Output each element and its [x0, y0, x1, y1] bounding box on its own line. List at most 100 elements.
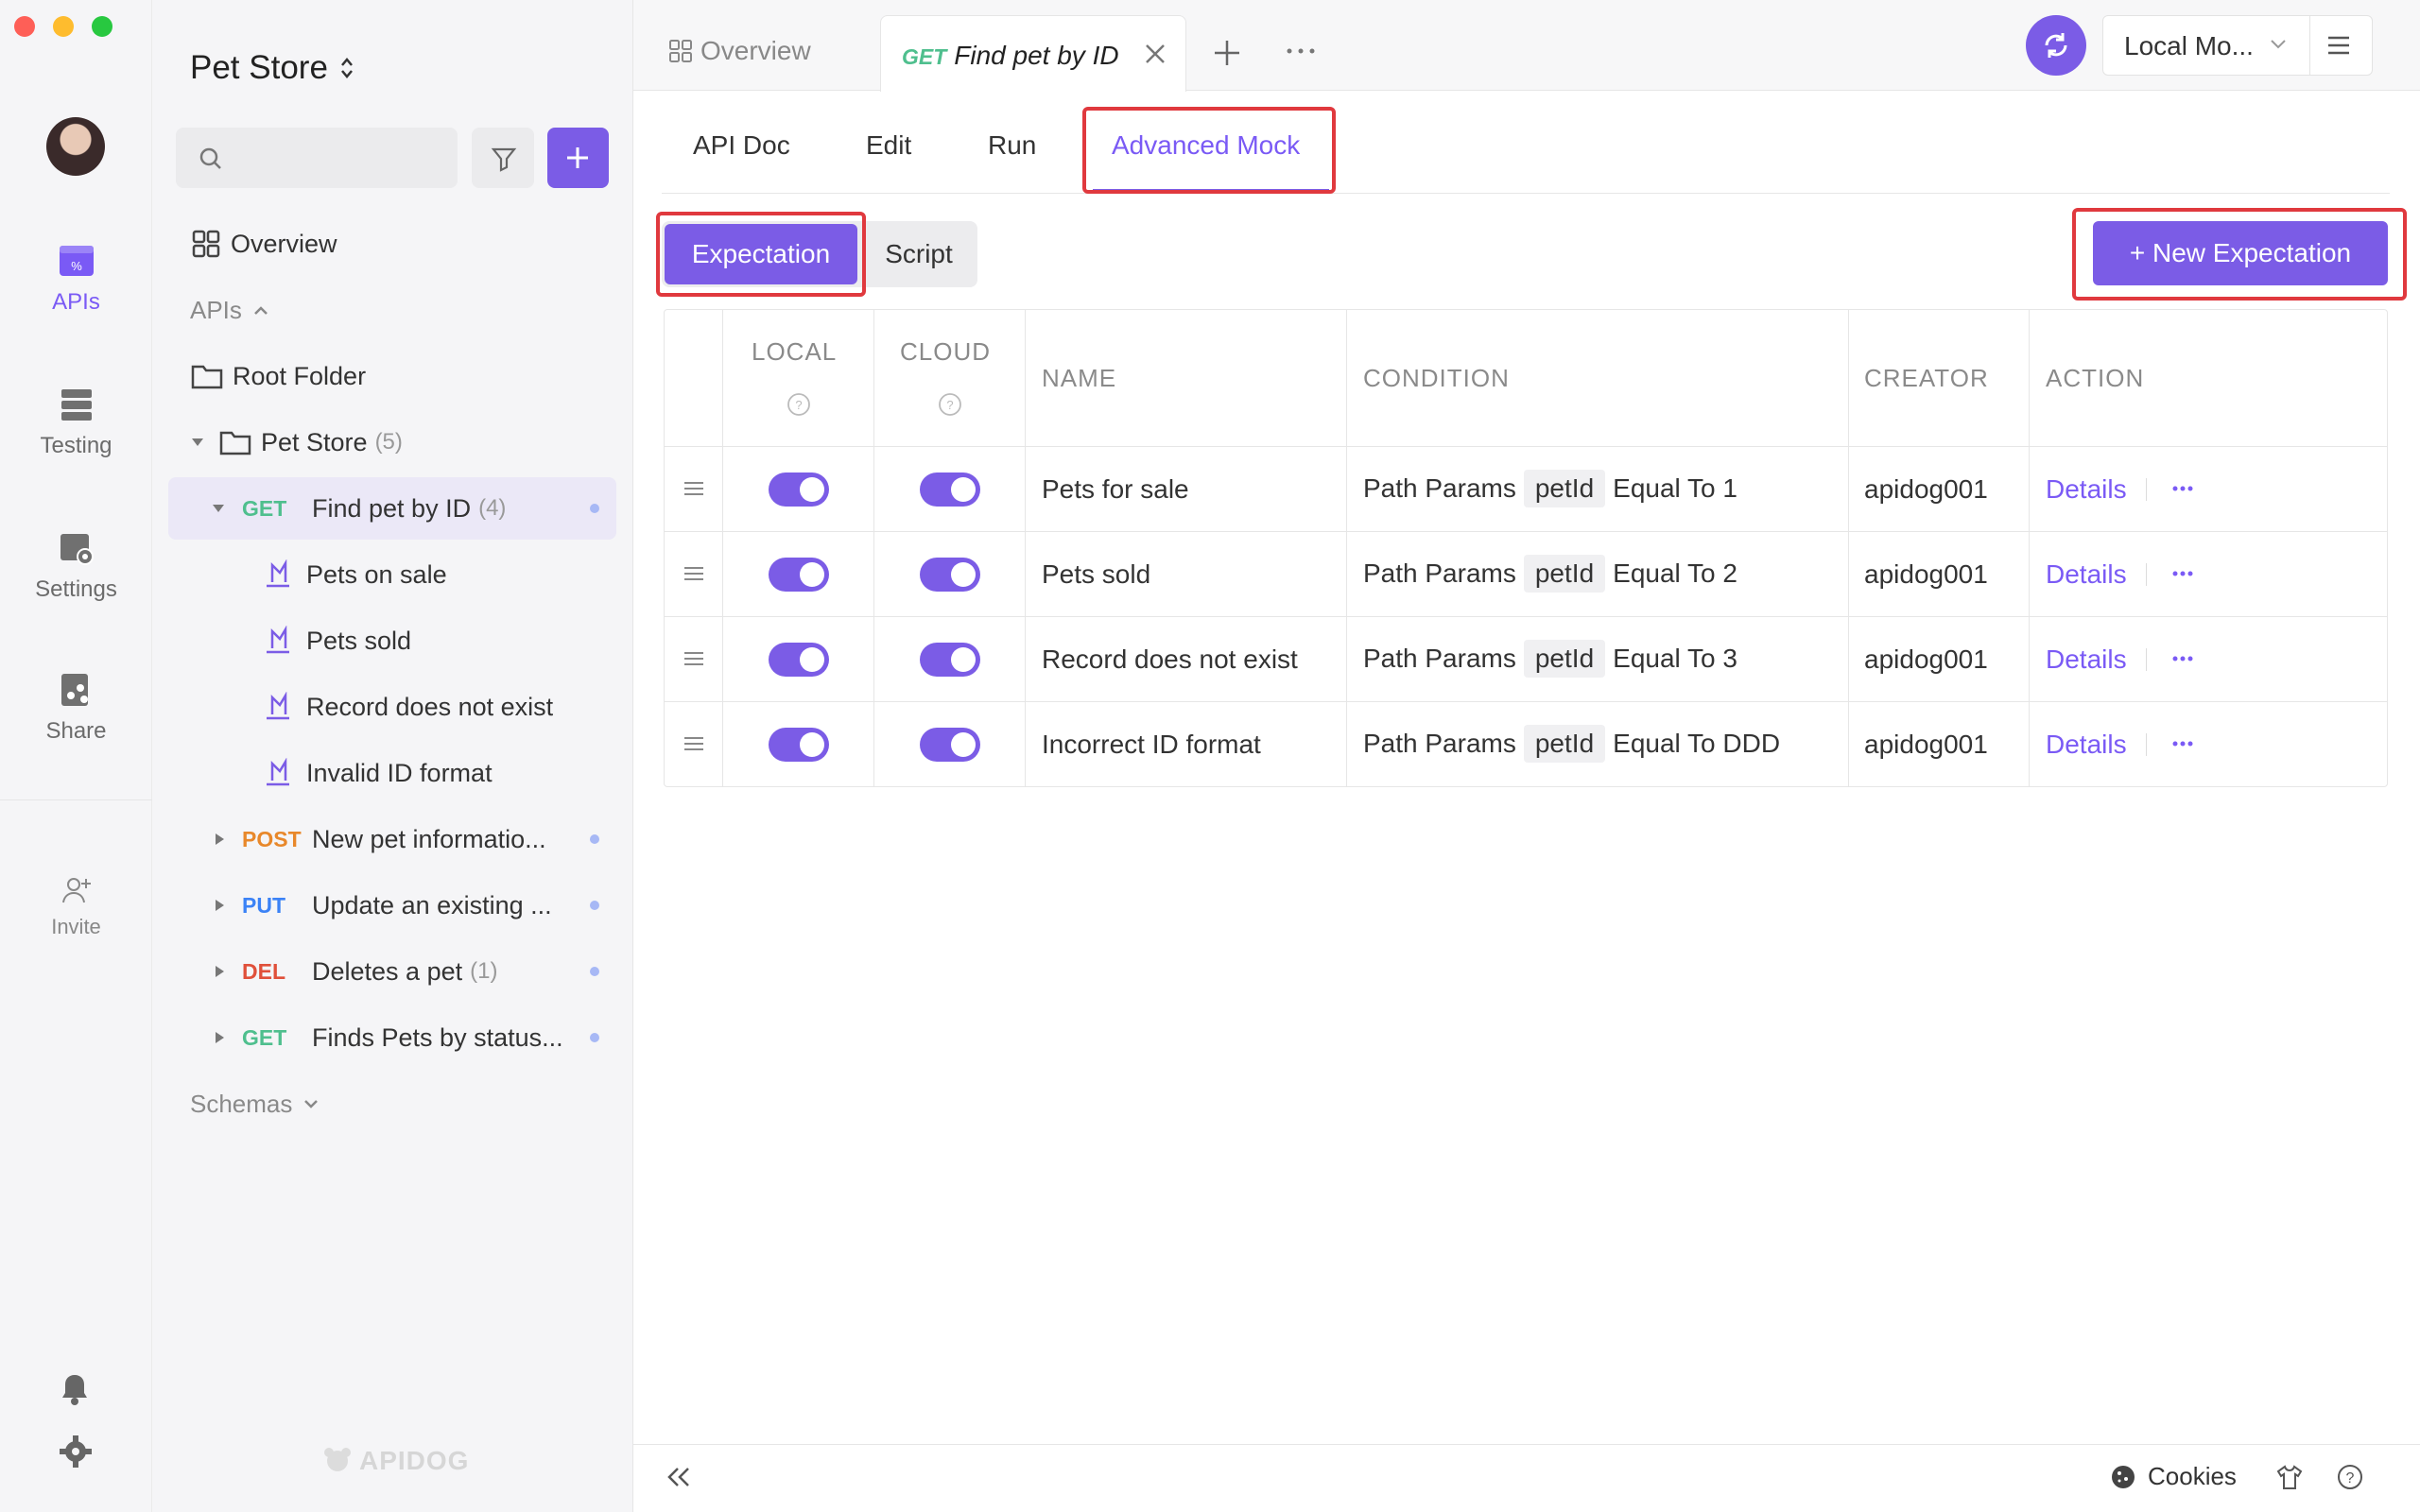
- creator: apidog001: [1864, 644, 1988, 674]
- rail-item-apis[interactable]: % APIs: [0, 242, 152, 316]
- details-link[interactable]: Details: [2046, 730, 2127, 760]
- sidebar-expectation-item[interactable]: Invalid ID format: [263, 742, 613, 804]
- help-icon[interactable]: ?: [786, 392, 811, 417]
- folder-icon: [191, 362, 223, 390]
- sidebar-endpoint-put[interactable]: PUT Update an existing ...: [168, 874, 616, 936]
- endpoint-name: Deletes a pet: [312, 956, 463, 986]
- schemas-section-header[interactable]: Schemas: [190, 1073, 606, 1135]
- avatar[interactable]: [46, 117, 105, 176]
- sync-button[interactable]: [2026, 15, 2086, 76]
- param-chip: petId: [1523, 640, 1606, 678]
- col-header-name: NAME: [1042, 364, 1117, 392]
- chevron-up-icon: [253, 304, 268, 316]
- more-actions-icon[interactable]: [2172, 486, 2193, 491]
- apis-section-header[interactable]: APIs: [190, 279, 606, 341]
- search-icon: [199, 146, 223, 171]
- condition-cell: Path Params petId Equal To 2: [1363, 555, 1737, 593]
- script-tab-button[interactable]: Script: [862, 224, 976, 284]
- rail-item-share[interactable]: Share: [0, 671, 152, 745]
- param-chip: petId: [1523, 470, 1606, 507]
- details-link[interactable]: Details: [2046, 559, 2127, 590]
- sidebar-expectation-item[interactable]: Pets on sale: [263, 543, 613, 606]
- mock-expectation-icon: [263, 626, 293, 656]
- drag-handle-icon[interactable]: [683, 735, 705, 752]
- more-actions-icon[interactable]: [2172, 656, 2193, 662]
- ellipsis-icon: [1287, 48, 1315, 54]
- sidebar-endpoint-post[interactable]: POST New pet informatio...: [168, 808, 616, 870]
- local-toggle[interactable]: [769, 728, 829, 762]
- expectation-label: Invalid ID format: [306, 758, 493, 787]
- cookies-button[interactable]: Cookies: [2110, 1462, 2237, 1491]
- details-link[interactable]: Details: [2046, 644, 2127, 675]
- filter-button[interactable]: [472, 128, 534, 188]
- root-folder-label: Root Folder: [233, 361, 367, 390]
- details-link[interactable]: Details: [2046, 474, 2127, 505]
- search-input[interactable]: [176, 128, 458, 188]
- minimize-window-button[interactable]: [53, 16, 74, 37]
- drag-handle-icon[interactable]: [683, 650, 705, 667]
- subtab-edit[interactable]: Edit: [866, 130, 911, 161]
- endpoint-name: New pet informatio...: [312, 824, 546, 853]
- expectation-name: Pets for sale: [1042, 474, 1189, 504]
- help-icon[interactable]: ?: [938, 392, 962, 417]
- caret-down-icon: [191, 436, 204, 449]
- expectation-label: Pets on sale: [306, 559, 447, 589]
- caret-right-icon: [214, 899, 225, 912]
- brand-name: APIDOG: [359, 1446, 470, 1475]
- condition-text: Equal To 1: [1613, 473, 1737, 503]
- local-toggle[interactable]: [769, 643, 829, 677]
- caret-right-icon: [214, 965, 225, 978]
- sidebar-endpoint-del[interactable]: DEL Deletes a pet (1): [168, 940, 616, 1003]
- sidebar-expectation-item[interactable]: Pets sold: [263, 610, 613, 672]
- col-header-action: ACTION: [2046, 364, 2145, 392]
- local-toggle[interactable]: [769, 472, 829, 507]
- sidebar-expectation-item[interactable]: Record does not exist: [263, 676, 613, 738]
- tab-find-pet-by-id[interactable]: GET Find pet by ID: [880, 15, 1186, 92]
- sidebar-endpoint-get-status[interactable]: GET Finds Pets by status...: [168, 1006, 616, 1069]
- script-label: Script: [885, 239, 953, 268]
- drag-handle-icon[interactable]: [683, 480, 705, 497]
- sidebar-item-root-folder[interactable]: Root Folder: [191, 345, 607, 407]
- collapse-sidebar-icon[interactable]: [666, 1465, 692, 1489]
- more-actions-icon[interactable]: [2172, 571, 2193, 576]
- col-header-local: LOCAL: [752, 337, 838, 366]
- subtab-run[interactable]: Run: [988, 130, 1036, 161]
- cloud-toggle[interactable]: [920, 728, 980, 762]
- new-tab-button[interactable]: [1212, 38, 1242, 68]
- add-button[interactable]: [547, 128, 609, 188]
- local-toggle[interactable]: [769, 558, 829, 592]
- expectation-name: Record does not exist: [1042, 644, 1298, 674]
- environment-select[interactable]: Local Mo...: [2102, 15, 2373, 76]
- cloud-toggle[interactable]: [920, 472, 980, 507]
- more-actions-icon[interactable]: [2172, 741, 2193, 747]
- help-icon[interactable]: ?: [2337, 1464, 2363, 1490]
- gear-icon[interactable]: [59, 1435, 93, 1469]
- cloud-toggle[interactable]: [920, 643, 980, 677]
- sidebar-item-overview[interactable]: Overview: [191, 213, 607, 275]
- rail-item-invite[interactable]: Invite: [0, 873, 152, 939]
- close-icon[interactable]: [1143, 42, 1167, 66]
- highlight-box: [1082, 107, 1336, 194]
- environment-label: Local Mo...: [2124, 31, 2254, 60]
- apidog-logo-icon: [321, 1447, 354, 1475]
- cloud-toggle[interactable]: [920, 558, 980, 592]
- tab-overview[interactable]: Overview: [668, 36, 811, 66]
- method-badge: POST: [242, 826, 302, 851]
- apis-icon: %: [58, 242, 95, 280]
- maximize-window-button[interactable]: [92, 16, 112, 37]
- project-switcher[interactable]: Pet Store: [190, 49, 354, 87]
- sidebar-folder-pet-store[interactable]: Pet Store (5): [191, 411, 607, 473]
- rail-item-testing[interactable]: Testing: [0, 386, 152, 459]
- subtab-api-doc[interactable]: API Doc: [693, 130, 790, 161]
- endpoint-count: (1): [470, 958, 498, 984]
- close-window-button[interactable]: [14, 16, 35, 37]
- menu-icon[interactable]: [2326, 35, 2351, 56]
- more-tabs-button[interactable]: [1286, 47, 1316, 55]
- plus-icon: [1215, 41, 1239, 65]
- rail-item-settings[interactable]: Settings: [0, 529, 152, 603]
- col-header-cloud: CLOUD: [900, 337, 992, 366]
- notification-bell-icon[interactable]: [59, 1372, 91, 1406]
- sidebar-endpoint-find-pet-by-id[interactable]: GET Find pet by ID (4): [168, 477, 616, 540]
- shirt-icon[interactable]: [2276, 1464, 2303, 1490]
- drag-handle-icon[interactable]: [683, 565, 705, 582]
